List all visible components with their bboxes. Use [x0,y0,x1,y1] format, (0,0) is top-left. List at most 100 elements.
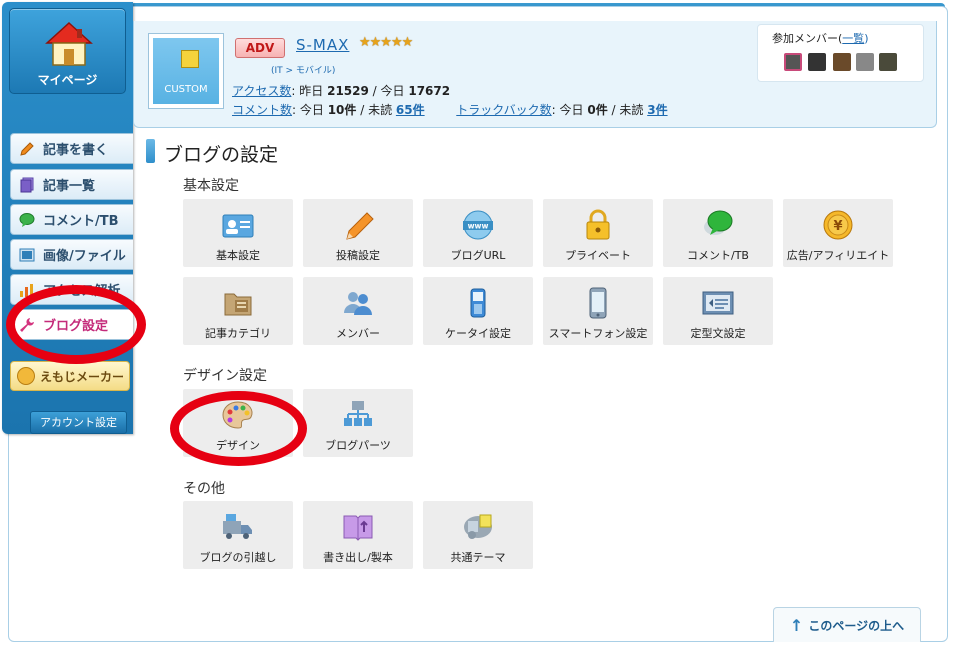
folder-icon [224,293,252,316]
tile-blog-parts[interactable]: ブログパーツ [303,389,413,457]
sidebar-item-articles[interactable]: 記事一覧 [10,169,133,200]
trackback-unread-link[interactable]: 3件 [647,103,667,117]
mypage-label: マイページ [37,73,98,87]
section-title-bar [146,139,155,163]
trackback-count-link[interactable]: トラックバック数 [456,103,551,117]
member-avatar[interactable] [784,53,802,71]
moving-truck-icon [223,514,252,539]
tile-comment-tb[interactable]: コメント/TB [663,199,773,267]
adv-badge: ADV [235,38,285,58]
image-file-icon [19,248,35,261]
members-icon [344,292,372,315]
members-title: 参加メンバー(一覧) [772,32,869,45]
tile-design[interactable]: デザイン [183,389,293,457]
left-navigation: マイページ 記事を書く 記事一覧 コメント/TB 画像/ファイル アクセス解析 … [2,2,133,434]
trackback-today-count: 0件 [587,103,608,117]
access-count-link[interactable]: アクセス数 [232,84,291,98]
sidebar-item-label: ブログ設定 [43,319,109,334]
tile-label: 投稿設定 [336,249,380,262]
section-design-title: デザイン設定 [183,368,267,384]
tile-label: 定型文設定 [690,327,746,340]
blog-category-link[interactable]: (IT > モバイル) [271,63,335,76]
template-text-icon [702,291,734,315]
tile-label: デザイン [216,439,260,452]
tile-keitai-settings[interactable]: ケータイ設定 [423,277,533,345]
access-stats: アクセス数: 昨日 21529 / 今日 17672 [232,84,451,98]
tile-label: プライベート [565,249,631,262]
sidebar-item-blog-settings[interactable]: ブログ設定 [10,309,133,340]
tile-label: メンバー [336,327,380,340]
arrow-up-icon: ↑ [789,615,804,635]
document-list-icon [20,177,34,192]
sidebar-item-write[interactable]: 記事を書く [10,133,133,164]
sidebar-item-comments[interactable]: コメント/TB [10,204,133,235]
tile-private[interactable]: プライベート [543,199,653,267]
tile-article-category[interactable]: 記事カテゴリ [183,277,293,345]
tile-ads-affiliate[interactable]: ¥ 広告/アフィリエイト [783,199,893,267]
tile-post-settings[interactable]: 投稿設定 [303,199,413,267]
sidebar-item-analytics[interactable]: アクセス解析 [10,274,133,305]
section-basic-title: 基本設定 [183,178,239,194]
tile-template-text-settings[interactable]: 定型文設定 [663,277,773,345]
tile-shared-theme[interactable]: 共通テーマ [423,501,533,569]
blog-info-panel: CUSTOM ADV S-MAX ★★★★★ (IT > モバイル) アクセス数… [133,21,937,128]
cube-icon [181,50,199,68]
sidebar-item-label: 記事を書く [43,143,109,158]
lock-icon [586,209,610,240]
sidebar-item-label: コメント/TB [43,214,119,229]
mypage-button[interactable]: マイページ [9,8,126,94]
rating-stars: ★★★★★ [359,35,413,50]
member-avatar[interactable] [856,53,874,71]
yen-coin-icon: ¥ [823,210,853,240]
svg-text:¥: ¥ [833,219,842,234]
pencil-icon [346,212,374,240]
feature-phone-icon [470,288,486,318]
emoji-face-icon [17,367,35,385]
section-other-title: その他 [183,481,225,497]
tile-label: 共通テーマ [450,551,506,564]
house-icon [45,21,93,66]
emoji-maker-button[interactable]: えもじメーカー [10,361,130,391]
palette-icon [222,401,253,429]
tile-label: ケータイ設定 [445,327,511,340]
member-avatar[interactable] [808,53,826,71]
yesterday-count: 21529 [327,84,369,98]
tile-label: ブログURL [450,249,506,262]
members-box: 参加メンバー(一覧) [757,24,924,82]
sidebar-item-label: 記事一覧 [43,179,96,194]
sidebar-item-files[interactable]: 画像/ファイル [10,239,133,270]
wrench-icon [20,317,34,332]
tile-basic-settings[interactable]: 基本設定 [183,199,293,267]
blog-name-link[interactable]: S-MAX [296,36,349,54]
svg-text:www: www [468,222,489,231]
tile-label: 基本設定 [216,249,260,262]
member-avatar[interactable] [833,53,851,71]
tile-members[interactable]: メンバー [303,277,413,345]
tile-label: ブログの引越し [199,551,277,564]
tile-label: ブログパーツ [325,439,391,452]
tile-blog-moving[interactable]: ブログの引越し [183,501,293,569]
member-avatar[interactable] [879,53,897,71]
back-to-top-label: このページの上へ [808,618,905,633]
tile-blog-url[interactable]: www ブログURL [423,199,533,267]
comment-unread-link[interactable]: 65件 [396,103,425,117]
account-settings-button[interactable]: アカウント設定 [30,411,127,434]
bar-chart-icon [20,283,33,297]
www-globe-icon: www [463,210,493,240]
blog-parts-icon [344,401,372,426]
speech-bubble-icon [19,212,35,227]
tile-label: コメント/TB [687,249,749,262]
tile-export-book[interactable]: 書き出し/製本 [303,501,413,569]
emoji-maker-label: えもじメーカー [40,369,125,384]
tile-label: 書き出し/製本 [323,551,393,564]
blog-thumbnail[interactable]: CUSTOM [148,33,224,109]
comment-count-link[interactable]: コメント数 [232,103,292,117]
sidebar-item-label: アクセス解析 [43,284,121,299]
tile-label: 記事カテゴリ [205,327,271,340]
members-list-link[interactable]: 一覧 [842,32,864,45]
tile-smartphone-settings[interactable]: スマートフォン設定 [543,277,653,345]
back-to-top-button[interactable]: ↑ このページの上へ [773,607,921,642]
tile-label: 広告/アフィリエイト [786,249,890,262]
shared-theme-icon [464,514,492,539]
speech-bubble-icon [704,210,733,235]
